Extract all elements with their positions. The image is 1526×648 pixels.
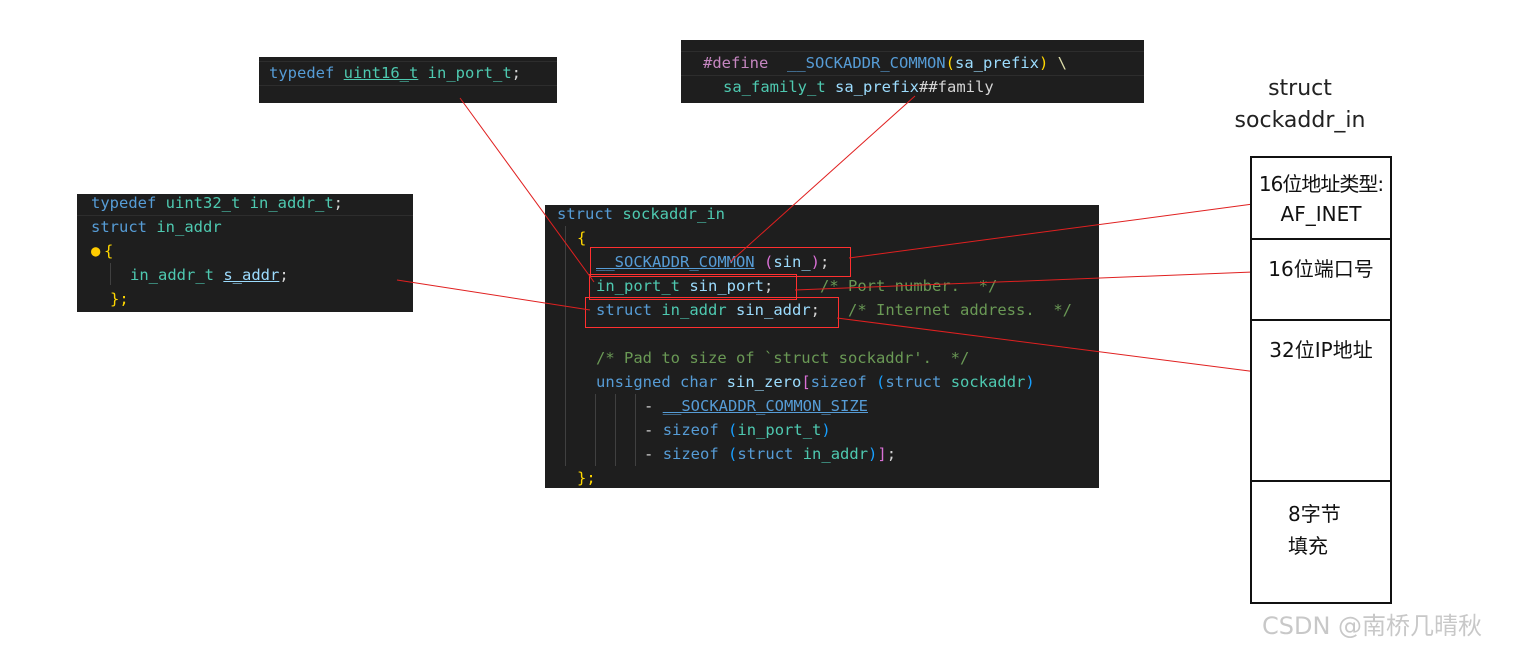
cell-ip-address: 32位IP地址 — [1252, 321, 1390, 482]
layout-title-struct: struct — [1268, 76, 1332, 101]
connector-s-addr-to-sin-addr — [396, 279, 591, 311]
connector-define-to-sockaddr-common — [729, 95, 916, 263]
watermark: CSDN @南桥几晴秋 — [1262, 612, 1483, 640]
connector-port-to-port-cell — [794, 271, 1254, 291]
cell-ip-address-label: 32位IP地址 — [1269, 338, 1373, 362]
cell-address-type: 16位地址类型: AF_INET — [1252, 158, 1390, 240]
cell-address-type-label: 16位地址类型: — [1258, 172, 1384, 196]
cell-padding-line2: 填充 — [1288, 534, 1328, 558]
connector-addr-to-ip-cell — [836, 317, 1258, 373]
cell-port-label: 16位端口号 — [1268, 257, 1374, 281]
connector-in-port-t-to-sin-port — [459, 97, 595, 283]
memory-layout-box: 16位地址类型: AF_INET 16位端口号 32位IP地址 8字节 填充 — [1250, 156, 1392, 604]
layout-title-sockaddr-in: sockaddr_in — [1234, 108, 1366, 133]
cell-padding: 8字节 填充 — [1252, 482, 1390, 602]
cell-address-type-value: AF_INET — [1280, 202, 1362, 226]
connector-common-to-address-type — [848, 203, 1254, 259]
cell-port: 16位端口号 — [1252, 240, 1390, 321]
cell-padding-line1: 8字节 — [1288, 502, 1341, 526]
